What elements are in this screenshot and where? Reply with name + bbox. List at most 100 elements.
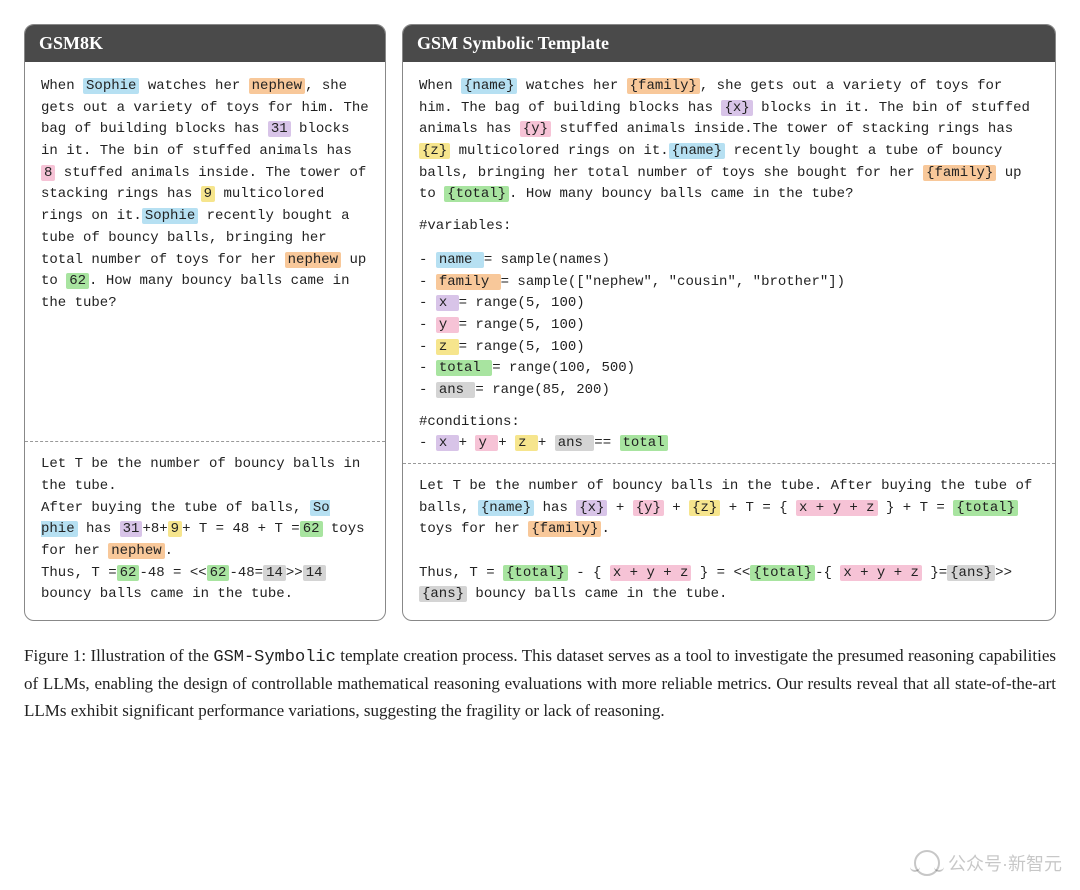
token-family: nephew [249,78,305,94]
text: - [419,274,436,290]
token-y: {y} [633,500,664,516]
text: . [601,521,609,537]
text: }= [922,565,947,581]
token-ans: {ans} [419,586,467,602]
variables-list: - name = sample(names)- family = sample(… [419,250,1039,402]
text: toys for her [419,521,528,537]
text: = sample(["nephew", "cousin", "brother"]… [501,274,845,290]
token-y: {y} [520,121,551,137]
variable-row: - family = sample(["nephew", "cousin", "… [419,272,1039,294]
token-name: Sophie [142,208,198,224]
text: When [419,78,461,94]
figure-caption: Figure 1: Illustration of the GSM-Symbol… [24,643,1056,724]
text: has [534,500,576,516]
text: stuffed animals inside.The tower of stac… [551,121,1013,137]
token-x: x [436,435,459,451]
text: -48= [229,565,263,581]
condition-line: - x + y + z + ans == total [419,433,1039,455]
token-total: total [620,435,668,451]
text: - [419,339,436,355]
panel-gsm8k: GSM8K When Sophie watches her nephew, sh… [24,24,386,621]
text: == [594,435,619,451]
text: After buying the tube of balls, [41,500,310,516]
token-expr: x + y + z [840,565,922,581]
text: watches her [139,78,248,94]
token-y: 8 [41,165,55,181]
token-z: 9 [201,186,215,202]
token-total: 62 [300,521,323,537]
text: bouncy balls came in the tube. [41,586,293,602]
token-total: 62 [207,565,230,581]
text: = range(85, 200) [475,382,609,398]
token-family: nephew [285,252,341,268]
token-family: {family} [923,165,996,181]
token-ans: 14 [303,565,326,581]
token-var: name [436,252,484,268]
token-ans: 14 [263,565,286,581]
token-total: {total} [750,565,815,581]
text: - [419,360,436,376]
variable-row: - total = range(100, 500) [419,358,1039,380]
panel-template-body: When {name} watches her {family}, she ge… [403,62,1055,463]
text: - [419,317,436,333]
variable-row: - name = sample(names) [419,250,1039,272]
variable-row: - x = range(5, 100) [419,293,1039,315]
text: +8+ [142,521,167,537]
watermark-text: 公众号·新智元 [948,850,1062,876]
token-expr: x + y + z [796,500,878,516]
variables-heading: #variables: [419,216,1039,238]
text: = range(5, 100) [459,295,585,311]
caption-lead: Figure 1: Illustration of the [24,646,213,665]
text: = range(5, 100) [459,339,585,355]
token-x: {x} [576,500,607,516]
panel-template-solution: Let T be the number of bouncy balls in t… [403,463,1055,620]
text: bouncy balls came in the tube. [467,586,727,602]
panel-gsm8k-title: GSM8K [25,25,385,62]
wechat-icon [914,850,940,876]
text: - { [568,565,610,581]
token-name: Sophie [83,78,139,94]
text: + [664,500,689,516]
token-name: {name} [461,78,517,94]
text: - [419,435,436,451]
text: + [607,500,632,516]
token-family: {family} [627,78,700,94]
token-z: z [515,435,538,451]
text: When [41,78,83,94]
text: >> [995,565,1012,581]
token-family: {family} [528,521,601,537]
token-z: 9 [168,521,182,537]
variable-row: - ans = range(85, 200) [419,380,1039,402]
text: . [165,543,173,559]
token-var: z [436,339,459,355]
token-total: 62 [66,273,89,289]
text: } = << [691,565,750,581]
token-var: family [436,274,501,290]
token-total: {total} [953,500,1018,516]
figure-panels: GSM8K When Sophie watches her nephew, sh… [24,24,1056,621]
variable-row: - z = range(5, 100) [419,337,1039,359]
text: } + T = [878,500,954,516]
token-total: 62 [117,565,140,581]
variable-row: - y = range(5, 100) [419,315,1039,337]
text: . How many bouncy balls came in the tube… [509,186,853,202]
panel-template: GSM Symbolic Template When {name} watche… [402,24,1056,621]
text: = range(100, 500) [492,360,635,376]
text: - [419,295,436,311]
token-z: {z} [689,500,720,516]
token-x: 31 [268,121,291,137]
token-name: {name} [669,143,725,159]
token-name: {name} [478,500,534,516]
panel-gsm8k-body: When Sophie watches her nephew, she gets… [25,62,385,441]
token-var: total [436,360,492,376]
text: + [498,435,515,451]
panel-template-title: GSM Symbolic Template [403,25,1055,62]
text: + [538,435,555,451]
text: + T = 48 + T = [182,521,300,537]
watermark: 公众号·新智元 [914,850,1062,876]
text: -{ [815,565,840,581]
text: Thus, T = [419,565,503,581]
token-x: 31 [120,521,143,537]
text: multicolored rings on it. [450,143,668,159]
token-ans: ans [555,435,595,451]
